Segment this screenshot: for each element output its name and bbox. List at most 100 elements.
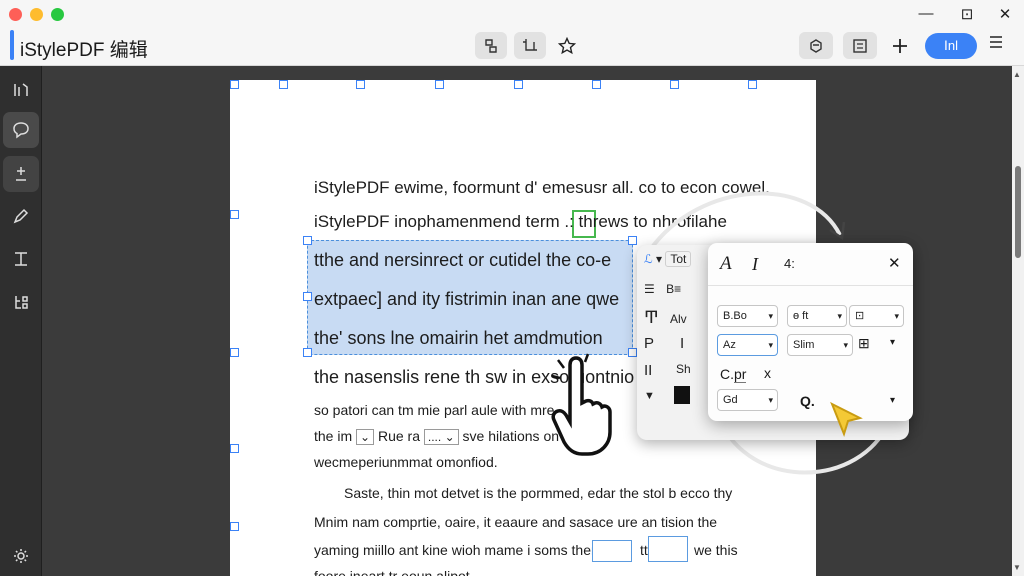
window-restore-button[interactable]: ⊡ — [957, 5, 977, 23]
more-chevron-icon[interactable]: ▾ — [890, 395, 895, 406]
heading-level-button[interactable]: 4: — [784, 256, 795, 271]
clear-format-button[interactable]: x — [764, 365, 771, 381]
page-layout-button[interactable] — [475, 32, 507, 59]
share-icon — [15, 296, 28, 309]
page-handle[interactable] — [279, 80, 288, 89]
italic-button[interactable]: I — [680, 335, 684, 352]
page-handle[interactable] — [356, 80, 365, 89]
settings-icon — [14, 549, 28, 563]
chevron-down-icon: ▾ — [894, 311, 899, 321]
color-picker[interactable]: C.pr — [720, 366, 747, 383]
fill-color-swatch[interactable] — [674, 386, 690, 404]
text-cursor-icon — [15, 252, 27, 266]
rail-text-button[interactable] — [3, 241, 39, 277]
add-button[interactable] — [888, 32, 912, 59]
scroll-down-arrow-icon[interactable]: ▼ — [1013, 563, 1021, 572]
rail-comment-button[interactable] — [3, 112, 39, 148]
style-icon: ℒ — [644, 252, 653, 266]
table-icon[interactable]: ⊞ — [858, 335, 870, 352]
panel-divider — [708, 285, 913, 286]
form-field[interactable] — [592, 540, 632, 562]
color-label: C. — [720, 366, 734, 382]
traffic-lights — [9, 8, 64, 21]
close-window-button[interactable] — [9, 8, 22, 21]
arrow-cursor-icon — [830, 401, 863, 438]
form-field[interactable] — [648, 536, 688, 562]
font-family-dropdown[interactable]: B.Bo ▾ — [717, 305, 778, 327]
color-value: pr — [734, 366, 747, 383]
spacing-dropdown[interactable]: Slim ▾ — [787, 334, 853, 356]
rail-settings-button[interactable] — [3, 538, 39, 574]
page-handle[interactable] — [230, 444, 239, 453]
spacing-value: Slim — [793, 339, 815, 351]
window-minimize-button[interactable]: — — [916, 5, 936, 22]
page-handle[interactable] — [230, 348, 239, 357]
comment-icon — [13, 122, 29, 139]
menu-button[interactable] — [986, 33, 1006, 56]
chevron-down-icon: ▾ — [768, 311, 773, 321]
doc-line: we this — [694, 542, 738, 558]
list-button[interactable]: ☰ B≡ — [644, 282, 681, 296]
font-style-button[interactable]: A — [720, 253, 732, 275]
primary-action-button[interactable]: Ⅰnl — [925, 33, 977, 59]
alignment-dropdown[interactable]: Az ▾ — [717, 334, 778, 356]
page-grid-button[interactable] — [843, 32, 877, 59]
expand-chevron-icon[interactable]: ▾ — [890, 337, 895, 348]
style-dropdown[interactable]: ℒ ▾ Tot — [644, 251, 692, 267]
rail-pen-button[interactable] — [3, 198, 39, 234]
line-style-dropdown[interactable]: Gd ▾ — [717, 389, 778, 411]
crop-button[interactable] — [514, 32, 546, 59]
page-handle[interactable] — [514, 80, 523, 89]
close-panel-button[interactable]: ✕ — [888, 254, 901, 272]
font-size-dropdown[interactable]: ɵ ft ▾ — [787, 305, 847, 327]
scroll-up-arrow-icon[interactable]: ▲ — [1013, 70, 1021, 79]
font-size-value: ɵ ft — [793, 310, 809, 322]
format-dropdown[interactable]: ⊡ ▾ — [849, 305, 904, 327]
plus-icon — [893, 38, 907, 53]
columns-button[interactable]: II — [644, 362, 652, 379]
page-handle[interactable] — [592, 80, 601, 89]
crop-icon — [523, 38, 537, 51]
shadow-button[interactable]: Sh — [676, 362, 691, 376]
chevron-down-icon: ▾ — [843, 340, 848, 350]
rail-share-button[interactable] — [3, 284, 39, 320]
selection-handle[interactable] — [303, 236, 312, 245]
page-layout-icon — [485, 38, 497, 53]
page-handle[interactable] — [435, 80, 444, 89]
minimize-window-button[interactable] — [30, 8, 43, 21]
doc-text: the im — [314, 428, 353, 444]
collapse-button[interactable]: ▼ — [644, 390, 655, 402]
list-icon: ☰ — [644, 282, 655, 296]
query-button[interactable]: Q. — [800, 393, 815, 409]
doc-line-selected: extpaec] and ity fistrimin inan ane qwe — [314, 289, 620, 309]
vertical-scrollbar[interactable]: ▲ ▼ — [1012, 66, 1024, 576]
paragraph-button[interactable]: P — [644, 335, 654, 352]
doc-line-selected: the' sons lne omairin het amdmution — [314, 328, 603, 348]
rail-panel-button[interactable] — [3, 72, 39, 108]
page-handle[interactable] — [670, 80, 679, 89]
inline-dropdown[interactable]: .... ⌄ — [423, 429, 459, 445]
zoom-window-button[interactable] — [51, 8, 64, 21]
doc-line-selected: tthe and nersinrect or cutidel the co-e — [314, 250, 612, 270]
page-handle[interactable] — [230, 80, 239, 89]
dropdown-chevron-icon: ▾ — [656, 252, 663, 266]
selection-handle[interactable] — [303, 292, 312, 301]
hand-pointer-icon — [551, 353, 612, 456]
hamburger-menu-icon — [990, 36, 1002, 48]
italic-format-button[interactable]: I — [752, 254, 758, 275]
selection-handle[interactable] — [303, 348, 312, 357]
text-style-button[interactable]: Ͳ Alv — [644, 308, 687, 328]
page-handle[interactable] — [748, 80, 757, 89]
inline-dropdown[interactable]: ⌄ — [356, 429, 375, 445]
rail-stamp-button[interactable] — [3, 156, 39, 192]
scrollbar-thumb[interactable] — [1015, 166, 1021, 258]
favorite-button[interactable] — [553, 32, 581, 59]
page-handle[interactable] — [230, 210, 239, 219]
window-close-button[interactable]: ✕ — [995, 5, 1015, 23]
title-accent-bar — [10, 30, 14, 60]
plugin-button[interactable] — [799, 32, 833, 59]
page-handle[interactable] — [230, 522, 239, 531]
stamp-icon — [16, 167, 26, 181]
list-label: B≡ — [666, 282, 682, 296]
doc-text: Rue ra — [377, 428, 420, 444]
